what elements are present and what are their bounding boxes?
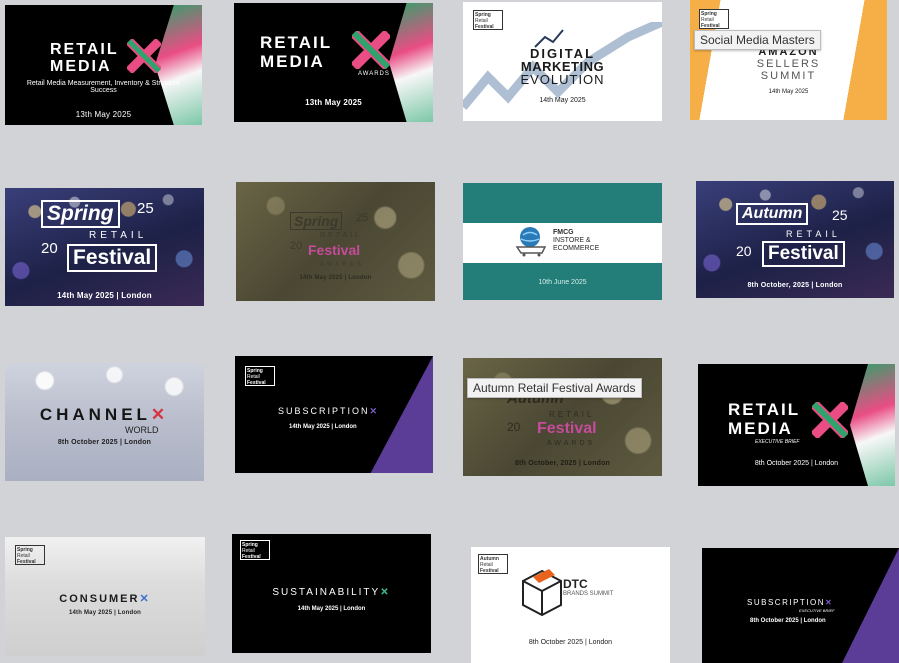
card-title: RETAIL MEDIA [50,41,119,75]
card-title: SUBSCRIPTION✕ [747,598,834,607]
purple-triangle [842,548,899,663]
card-date: 14th May 2025 | London [57,291,152,300]
card-date: 13th May 2025 [75,110,132,119]
festival-word-bottom: Festival [537,420,597,437]
card-date: 14th May 2025 [768,89,809,95]
festival-word-bottom: Festival [762,241,845,267]
festival-word-top: Spring [41,200,120,228]
event-card-spring-retail-festival-awards[interactable]: Spring 25 RETAIL 20 Festival AWARDS 14th… [236,182,435,301]
event-card-subscription[interactable]: Spring Retail Festival SUBSCRIPTION✕ 14th … [235,356,433,473]
decor-pattern [155,5,202,125]
decor-pattern [850,364,895,486]
event-card-subscription-executive[interactable]: SUBSCRIPTION✕ EXECUTIVE BRIEF 8th Octobe… [702,548,899,663]
year-bottom: 20 [736,243,752,259]
event-card-retail-media-awards[interactable]: RETAIL MEDIA AWARDS 13th May 2025 [234,3,433,122]
card-title: RETAIL MEDIA [728,400,801,438]
festival-middle: RETAIL [786,229,841,239]
festival-logo: Autumn 25 RETAIL 20 Festival [736,203,856,273]
event-card-spring-retail-festival[interactable]: Spring 25 RETAIL 20 Festival 14th May 20… [5,188,204,306]
event-card-channel-world[interactable]: CHANNEL✕ WORLD 8th October 2025 | London [5,363,204,481]
x-logo-icon: ✕ [369,406,380,416]
festival-word-top: Autumn [736,203,809,225]
card-title: SUBSCRIPTION✕ [278,406,380,416]
tooltip-autumn-retail-festival-awards: Autumn Retail Festival Awards [467,378,642,398]
festival-logo: Spring 25 RETAIL 20 Festival [41,200,161,280]
event-card-digital-marketing[interactable]: Spring Retail Festival DIGITAL MARKETING EVO… [463,2,662,121]
autumn-logo: Autumn Retail Festival [478,554,508,574]
spring-logo: Spring Retail Festival [699,9,729,29]
page-background: { "cards": [ {"title1":"RETAIL","title2"… [0,0,899,663]
card-date: 14th May 2025 | London [68,610,142,616]
event-card-amazon-sellers[interactable]: Spring Retail Festival AMAZON SELLERS SUMMIT… [690,0,887,120]
x-logo-icon [812,402,848,438]
card-subtitle: Retail Media Measurement, Inventory & St… [26,80,181,94]
globe-cart-icon [515,227,547,257]
card-date: 8th October, 2025 | London [514,460,611,467]
card-date: 8th October 2025 | London [57,439,152,446]
card-title: CONSUMER✕ [59,593,151,605]
year-bottom: 20 [290,240,303,252]
spring-logo: Spring Retail Festival [240,540,270,560]
card-subtitle: WORLD [125,425,159,435]
festival-word-top: Spring [290,212,343,230]
tooltip-social-media-masters: Social Media Masters [694,30,821,50]
event-card-consumer[interactable]: Spring Retail Festival CONSUMER✕ 14th May … [5,537,205,656]
card-title: SUSTAINABILITY✕ [272,587,391,598]
card-title: RETAIL MEDIA [260,33,333,71]
event-card-retail-media-executive[interactable]: RETAIL MEDIA EXECUTIVE BRIEF 8th October … [698,364,895,486]
box-icon [522,569,562,617]
card-date: 8th October 2025 | London [754,460,839,467]
card-date: 14th May 2025 [539,97,586,104]
festival-logo: Autumn RETAIL 20 Festival AWARDS [507,390,627,460]
awards-badge: AWARDS [358,71,390,77]
executive-badge: EXECUTIVE BRIEF [799,608,835,613]
x-logo-icon [352,31,390,69]
card-title: FMCG INSTORE & ECOMMERCE [553,229,600,252]
executive-badge: EXECUTIVE BRIEF [755,439,800,445]
spring-logo: Spring Retail Festival [15,545,45,565]
year-bottom: 20 [507,420,521,434]
spring-logo: Spring Retail Festival [245,366,275,386]
card-date: 10th June 2025 [538,279,587,286]
year-top: 25 [137,200,154,217]
card-date: 8th October 2025 | London [750,618,826,624]
festival-awards: AWARDS [320,262,364,268]
festival-logo: Spring 25 RETAIL 20 Festival AWARDS [290,212,400,282]
card-date: 14th May 2025 | London [289,424,357,430]
card-date: 8th October, 2025 | London [747,282,843,289]
event-card-fmcg-instore[interactable]: FMCG INSTORE & ECOMMERCE 10th June 2025 [463,183,662,300]
event-card-dtc-brands[interactable]: Autumn Retail Festival DTC BRANDS SUMMIT 8… [471,547,670,663]
festival-word-bottom: Festival [67,244,158,272]
card-title: DTC BRANDS SUMMIT [563,577,614,597]
card-date: 8th October 2025 | London [528,639,613,646]
card-date: 14th May 2025 | London [297,606,366,612]
card-date: 13th May 2025 [305,98,362,107]
festival-middle: RETAIL [89,230,148,241]
card-title: CHANNEL✕ [39,405,170,424]
event-card-retail-media[interactable]: RETAIL MEDIA Retail Media Measurement, In… [5,5,202,125]
card-date: 14th May 2025 | London [299,275,372,281]
festival-word-bottom: Festival [308,242,361,258]
x-logo-icon: ✕ [139,593,151,605]
x-logo-icon: ✕ [150,405,170,424]
event-card-autumn-retail-festival[interactable]: Autumn 25 RETAIL 20 Festival 8th October… [696,181,894,298]
x-logo-icon: ✕ [380,587,391,598]
x-logo-icon [127,39,161,73]
event-card-autumn-festival-awards[interactable]: Autumn RETAIL 20 Festival AWARDS 8th Oct… [463,358,662,476]
card-title: DIGITAL MARKETING EVOLUTION [520,46,605,87]
festival-middle: RETAIL [549,410,595,419]
card-title: AMAZON SELLERS SUMMIT [756,46,821,82]
event-card-sustainability[interactable]: Spring Retail Festival SUSTAINABILITY✕ 14t… [232,534,431,653]
year-top: 25 [356,212,369,224]
festival-middle: RETAIL [320,232,362,239]
x-logo-icon: ✕ [825,598,834,607]
year-bottom: 20 [41,240,58,257]
year-top: 25 [832,207,848,223]
festival-awards: AWARDS [547,440,596,447]
